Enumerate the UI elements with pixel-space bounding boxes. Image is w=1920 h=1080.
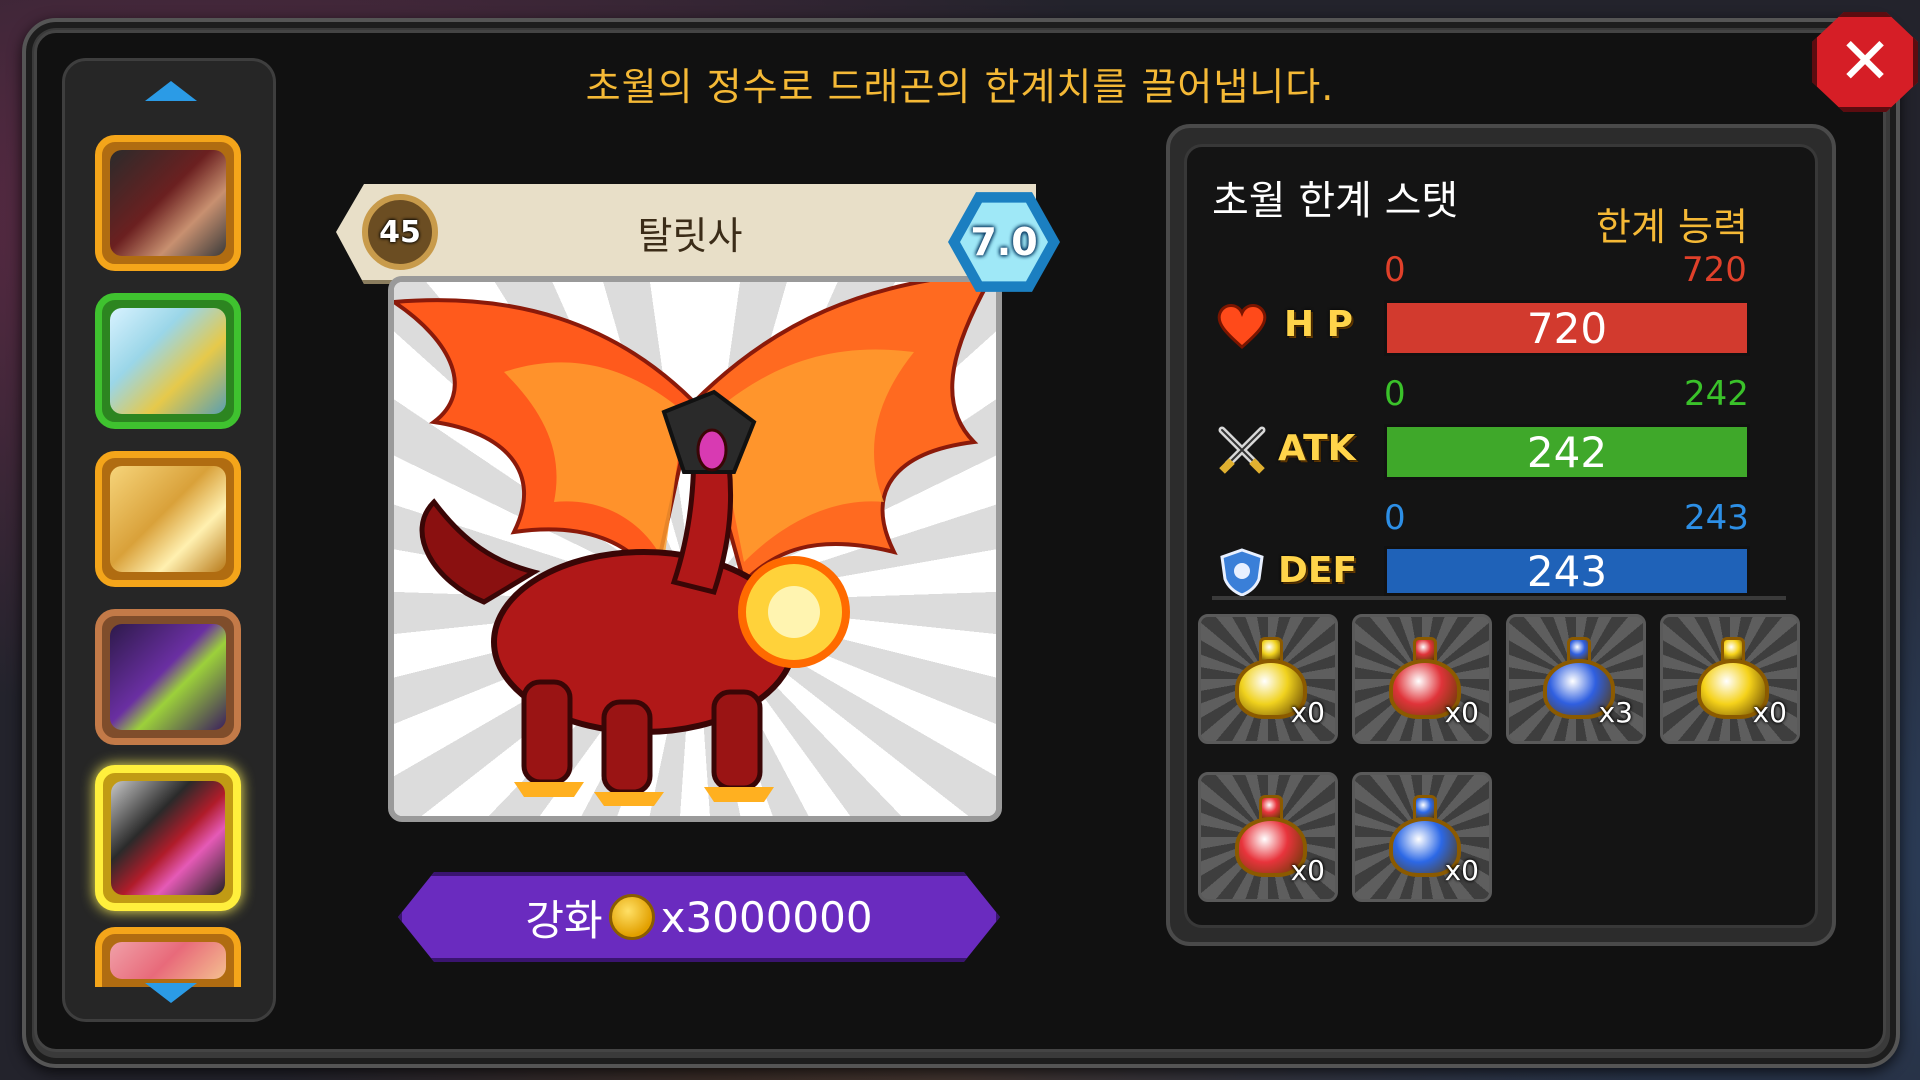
enhance-cost: x3000000: [660, 892, 873, 942]
dragon-list-item[interactable]: [95, 927, 241, 987]
grade-value: 7.0: [960, 202, 1048, 282]
def-range-max: 243: [1684, 498, 1749, 538]
item-count: x3: [1598, 696, 1633, 729]
close-icon: ✕: [1838, 25, 1892, 99]
def-bar: 243: [1384, 546, 1750, 596]
large-yellow-potion-slot[interactable]: x0: [1660, 614, 1800, 744]
item-count: x0: [1290, 696, 1325, 729]
atk-label: ATK: [1278, 428, 1356, 469]
dragon-artwork-card: [388, 276, 1002, 822]
dragon-list-item[interactable]: [95, 451, 241, 587]
enhance-label: 강화: [525, 895, 603, 945]
dragon-list-item-selected[interactable]: [95, 765, 241, 911]
item-count: x0: [1752, 696, 1787, 729]
item-count: x0: [1444, 696, 1479, 729]
level-badge: 45: [362, 194, 438, 270]
large-red-potion-slot[interactable]: x0: [1198, 772, 1338, 902]
dragon-list-item[interactable]: [95, 609, 241, 745]
def-label: DEF: [1278, 550, 1358, 591]
dragon-list-item[interactable]: [95, 135, 241, 271]
def-value: 243: [1526, 546, 1608, 596]
def-range-min: 0: [1384, 498, 1406, 538]
hp-range-max: 720: [1682, 250, 1747, 290]
dragon-list-item[interactable]: [95, 293, 241, 429]
hp-range-min: 0: [1384, 250, 1406, 290]
fire-dragon-illustration: [394, 282, 991, 806]
enhance-button[interactable]: 강화 x3000000: [398, 872, 1000, 962]
stats-divider: [1212, 596, 1786, 600]
gold-coin-icon: [608, 894, 655, 940]
blue-potion-slot[interactable]: x3: [1506, 614, 1646, 744]
black-dragon-portrait: [110, 150, 226, 256]
atk-range-max: 242: [1684, 374, 1749, 414]
hp-value: 720: [1526, 303, 1608, 353]
atk-value: 242: [1526, 427, 1608, 477]
heart-icon: [1216, 300, 1268, 352]
hp-label: H P: [1284, 304, 1354, 345]
limit-ability-label: 한계 능력: [1596, 205, 1748, 249]
atk-range-min: 0: [1384, 374, 1406, 414]
stats-title: 초월 한계 스탯: [1212, 178, 1459, 224]
item-count: x0: [1444, 854, 1479, 887]
shield-icon: [1216, 546, 1268, 598]
red-potion-slot[interactable]: x0: [1352, 614, 1492, 744]
dialog-message: 초월의 정수로 드래곤의 한계치를 끌어냅니다.: [585, 65, 1335, 109]
dragon-list: [62, 58, 276, 1022]
large-blue-potion-slot[interactable]: x0: [1352, 772, 1492, 902]
atk-bar: 242: [1384, 424, 1750, 480]
scroll-up-arrow-icon[interactable]: [145, 81, 197, 101]
yellow-potion-slot[interactable]: x0: [1198, 614, 1338, 744]
golden-dragon-portrait: [110, 466, 226, 572]
scroll-down-arrow-icon[interactable]: [145, 983, 197, 1003]
item-count: x0: [1290, 854, 1325, 887]
fire-dragon-portrait: [111, 781, 225, 895]
pink-dragon-portrait: [110, 942, 226, 979]
crossed-swords-icon: [1216, 424, 1268, 476]
ice-dragon-portrait: [110, 308, 226, 414]
close-button[interactable]: ✕: [1812, 12, 1918, 112]
hp-bar: 720: [1384, 300, 1750, 356]
purple-dragon-portrait: [110, 624, 226, 730]
dragon-name: 탈릿사: [637, 214, 743, 258]
